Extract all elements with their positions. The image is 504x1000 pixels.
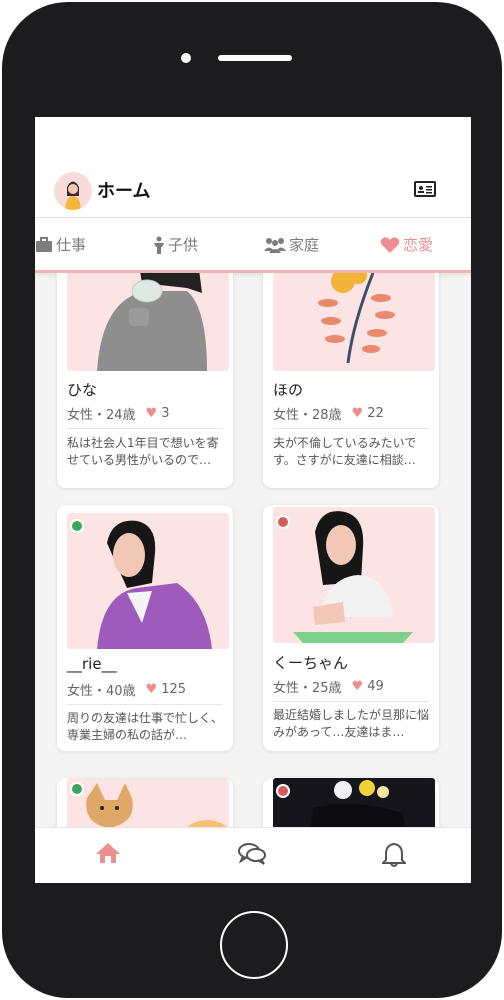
- nav-chat[interactable]: [237, 842, 267, 870]
- app-header: ホーム: [35, 117, 471, 218]
- profile-card[interactable]: ほの 女性・28歳 ♥ 22 夫が不倫しているみたいです。さすがに友達に相談…: [263, 273, 439, 488]
- profile-gender-age: 女性・25歳: [273, 681, 342, 696]
- like-heart-icon: ♥: [351, 679, 364, 694]
- profile-image: [67, 513, 229, 649]
- page-title: ホーム: [97, 181, 151, 202]
- profile-name: ひな: [67, 381, 98, 399]
- id-card-glyph: [418, 186, 432, 194]
- profile-meta: 女性・24歳 ♥ 3: [67, 404, 169, 423]
- card-divider: [273, 701, 429, 702]
- profile-card[interactable]: くーちゃん 女性・25歳 ♥ 49 最近結婚しましたが旦那に悩みがあって…友達は…: [263, 505, 439, 751]
- like-count: 3: [161, 406, 170, 421]
- online-status-dot: [70, 782, 84, 796]
- home-icon: [96, 843, 120, 863]
- profile-meta: 女性・28歳 ♥ 22: [273, 404, 384, 423]
- like-count: 125: [161, 682, 187, 697]
- speaker-grille: [218, 55, 292, 61]
- profile-grid: ひな 女性・24歳 ♥ 3 私は社会人1年目で想いを寄せている男性がいるので…: [35, 273, 471, 829]
- woman-purple-jacket-illustration: [97, 520, 212, 649]
- profile-gender-age: 女性・40歳: [67, 684, 136, 699]
- bottom-navigation: [35, 827, 471, 883]
- profile-image: [273, 507, 435, 643]
- woman-white-shirt-illustration: [293, 511, 413, 643]
- profile-snippet: 夫が不倫しているみたいです。さすがに友達に相談…: [273, 436, 417, 467]
- profile-card[interactable]: [57, 778, 233, 829]
- profile-card[interactable]: ひな 女性・24歳 ♥ 3 私は社会人1年目で想いを寄せている男性がいるので…: [57, 273, 233, 488]
- profile-gender-age: 女性・24歳: [67, 408, 136, 423]
- profile-name: __rie__: [67, 655, 117, 673]
- woman-with-cup-illustration: [97, 273, 207, 371]
- tab-romance[interactable]: 恋愛: [380, 234, 433, 255]
- family-icon: [264, 237, 286, 253]
- dog-illustration: [86, 783, 229, 829]
- away-status-dot: [276, 515, 290, 529]
- bell-icon: [380, 842, 408, 867]
- camera-sensor: [181, 53, 191, 63]
- tab-label: 仕事: [56, 236, 87, 254]
- hardware-home-button[interactable]: [220, 911, 288, 979]
- card-divider: [67, 428, 223, 429]
- profile-image: [67, 273, 229, 371]
- avatar-illustration: [65, 181, 81, 210]
- profile-card[interactable]: [263, 778, 439, 829]
- profile-card[interactable]: __rie__ 女性・40歳 ♥ 125 周りの友達は仕事で忙しく、専業主婦の私…: [57, 505, 233, 751]
- profile-image: [67, 778, 229, 829]
- nav-home[interactable]: [95, 842, 121, 868]
- hair-flowers-photo: [310, 780, 405, 829]
- like-count: 49: [367, 679, 384, 694]
- tab-children[interactable]: 子供: [153, 234, 198, 255]
- tab-work[interactable]: 仕事: [35, 234, 86, 255]
- profile-name: ほの: [273, 381, 304, 399]
- profile-meta: 女性・25歳 ♥ 49: [273, 677, 384, 696]
- profile-snippet: 周りの友達は仕事で忙しく、専業主婦の私の話が…: [67, 711, 224, 742]
- tab-label: 子供: [168, 236, 199, 254]
- nav-notifications[interactable]: [380, 842, 408, 872]
- category-tabs: 仕事 子供 家庭 恋愛: [35, 218, 471, 273]
- profile-snippet: 私は社会人1年目で想いを寄せている男性がいるので…: [67, 436, 219, 467]
- like-heart-icon: ♥: [145, 682, 158, 697]
- profile-image: [273, 778, 435, 829]
- profile-meta: 女性・40歳 ♥ 125: [67, 680, 186, 699]
- card-divider: [67, 704, 223, 705]
- profile-gender-age: 女性・28歳: [273, 408, 342, 423]
- tab-label: 恋愛: [403, 236, 434, 254]
- child-icon: [154, 236, 164, 254]
- away-status-dot: [276, 784, 290, 798]
- tab-family[interactable]: 家庭: [264, 234, 319, 255]
- profile-image: [273, 273, 435, 371]
- tab-label: 家庭: [289, 236, 320, 254]
- heart-icon: [380, 236, 400, 253]
- flower-branch-illustration: [318, 273, 395, 364]
- id-card-icon[interactable]: [414, 181, 436, 197]
- briefcase-icon: [36, 236, 52, 252]
- card-divider: [273, 428, 429, 429]
- like-heart-icon: ♥: [351, 406, 364, 421]
- like-heart-icon: ♥: [145, 406, 158, 421]
- avatar[interactable]: [54, 172, 92, 210]
- like-count: 22: [367, 406, 384, 421]
- online-status-dot: [70, 519, 84, 533]
- chat-icon: [238, 843, 266, 865]
- app-screen: ホーム 仕事 子供 家庭 恋愛 ひな 女性・24歳 ♥ 3 私は社会人1年目で想…: [35, 117, 471, 883]
- profile-name: くーちゃん: [273, 654, 349, 672]
- profile-snippet: 最近結婚しましたが旦那に悩みがあって…友達はま…: [273, 708, 430, 739]
